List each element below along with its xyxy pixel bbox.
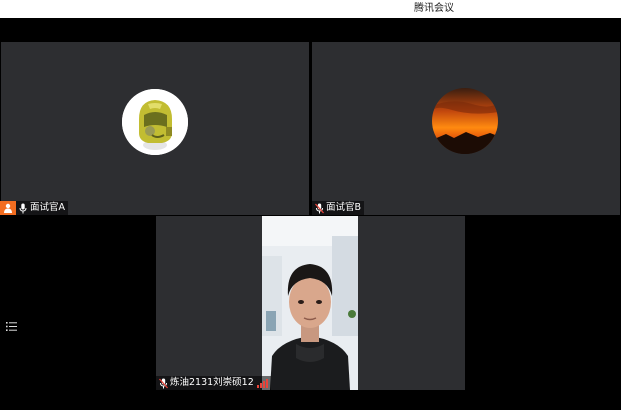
member-list-icon[interactable]: [6, 317, 17, 331]
host-person-icon: [0, 201, 16, 215]
person-video-icon: [262, 216, 358, 390]
title-bar: 腾讯会议: [0, 0, 621, 18]
participant-name: 炼油2131刘崇硕12: [170, 377, 254, 388]
top-strip: [0, 18, 621, 42]
nameplate-candidate: 炼油2131刘崇硕12: [156, 376, 271, 390]
video-tile-interviewer-a[interactable]: [1, 42, 309, 215]
window-title: 腾讯会议: [414, 3, 454, 14]
candidate-video-feed: [262, 216, 358, 390]
helmet-avatar-icon: [122, 89, 188, 155]
nameplate-interviewer-a: 面试官A: [0, 201, 68, 215]
microphone-icon: [18, 202, 28, 214]
sunset-avatar-icon: [432, 88, 498, 154]
nameplate-interviewer-b: 面试官B: [312, 201, 365, 215]
avatar-interviewer-b: [432, 88, 498, 154]
participant-name: 面试官B: [326, 202, 362, 213]
signal-strength-icon: [256, 378, 268, 388]
participant-name: 面试官A: [30, 202, 65, 213]
video-tile-interviewer-b[interactable]: [312, 42, 620, 215]
avatar-interviewer-a: [122, 89, 188, 155]
microphone-muted-icon: [158, 377, 168, 389]
microphone-muted-icon: [314, 202, 324, 214]
